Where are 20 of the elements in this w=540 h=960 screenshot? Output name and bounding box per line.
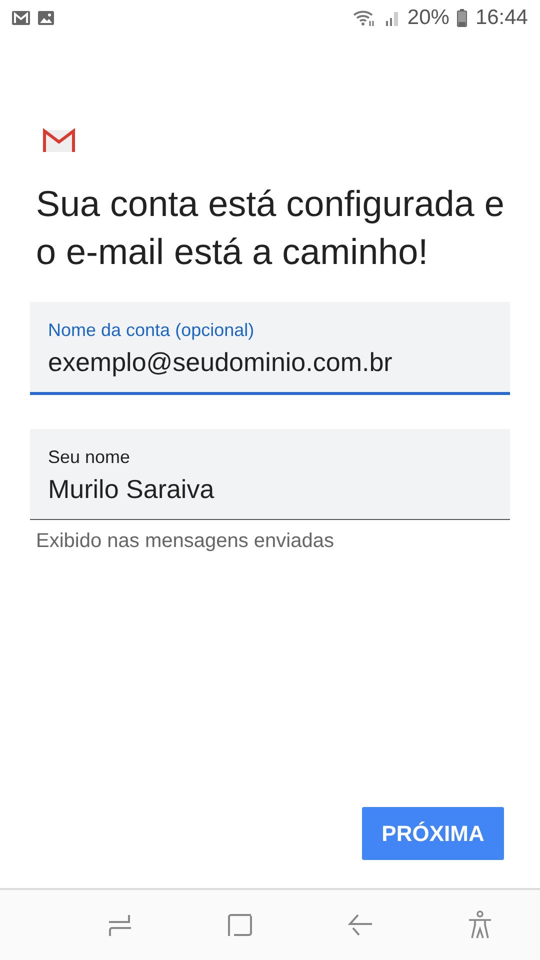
mail-logo-icon [42, 128, 76, 154]
battery-percent: 20% [407, 6, 450, 30]
text-field[interactable]: Seu nome Murilo Saraiva [30, 429, 510, 520]
helper-text: Exibido nas mensagens enviadas [35, 529, 335, 554]
battery-icon [457, 9, 468, 27]
mail-icon [12, 11, 30, 25]
field-label: Seu nome [48, 447, 132, 468]
signal-icon [385, 10, 400, 26]
back-icon[interactable] [347, 912, 373, 938]
text-field[interactable]: Nome da conta (opcional) exemplo@seudominio.com.br [30, 302, 510, 395]
recent-apps-icon[interactable] [107, 912, 133, 938]
field-label: Nome da conta (opcional) [48, 320, 256, 341]
field-value: exemplo@seudominio.com.br [48, 347, 394, 378]
next-button[interactable]: PRÓXIMA [362, 807, 504, 860]
field-value: Murilo Saraiva [48, 474, 216, 505]
home-icon[interactable] [227, 912, 253, 938]
clock: 16:44 [475, 6, 528, 30]
image-icon [38, 11, 54, 25]
accessibility-icon[interactable] [467, 910, 493, 940]
headline: Sua conta está configurada e o e-mail está a caminho! [36, 182, 506, 274]
